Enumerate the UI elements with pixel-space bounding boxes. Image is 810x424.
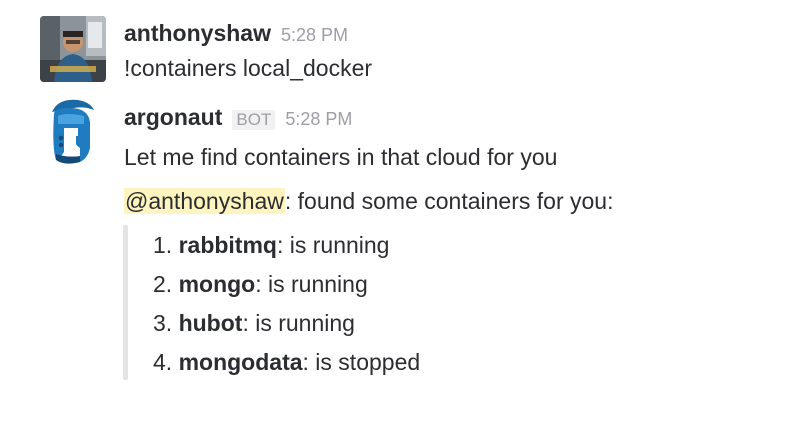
timestamp[interactable]: 5:28 PM: [285, 109, 352, 130]
spartan-helmet-icon: [52, 99, 94, 164]
container-status: : is running: [242, 310, 355, 336]
mention-line: @anthonyshaw: found some containers for …: [124, 188, 613, 215]
container-status: : is running: [276, 232, 390, 258]
avatar[interactable]: [40, 16, 106, 82]
timestamp[interactable]: 5:28 PM: [281, 25, 348, 46]
list-number: 3.: [153, 310, 173, 336]
message-anthonyshaw: anthonyshaw 5:28 PM !containers local_do…: [0, 0, 810, 90]
mention-suffix: : found some containers for you:: [284, 188, 614, 214]
list-number: 2.: [153, 271, 173, 297]
bot-badge: BOT: [232, 110, 276, 130]
container-status: : is running: [255, 271, 368, 297]
list-number: 4.: [153, 349, 173, 375]
list-item: 1. rabbitmq: is running: [153, 232, 389, 259]
quote-bar: [123, 225, 128, 380]
list-item: 3. hubot: is running: [153, 310, 355, 337]
container-name: mongodata: [178, 349, 303, 375]
list-item: 2. mongo: is running: [153, 271, 368, 298]
message-argonaut: argonaut BOT 5:28 PM Let me find contain…: [0, 90, 810, 390]
container-name: rabbitmq: [178, 232, 277, 258]
message-header: argonaut BOT 5:28 PM: [124, 104, 352, 131]
container-status: : is stopped: [302, 349, 421, 375]
username[interactable]: argonaut: [124, 104, 222, 131]
username[interactable]: anthonyshaw: [124, 20, 271, 47]
message-text: Let me find containers in that cloud for…: [124, 144, 558, 170]
container-name: hubot: [178, 310, 243, 336]
avatar[interactable]: [44, 98, 98, 168]
list-item: 4. mongodata: is stopped: [153, 349, 420, 376]
container-name: mongo: [178, 271, 256, 297]
message-header: anthonyshaw 5:28 PM: [124, 20, 348, 47]
user-photo-icon: [40, 16, 106, 82]
list-number: 1.: [153, 232, 173, 258]
message-text: !containers local_docker: [124, 55, 373, 81]
user-mention[interactable]: @anthonyshaw: [124, 188, 285, 214]
